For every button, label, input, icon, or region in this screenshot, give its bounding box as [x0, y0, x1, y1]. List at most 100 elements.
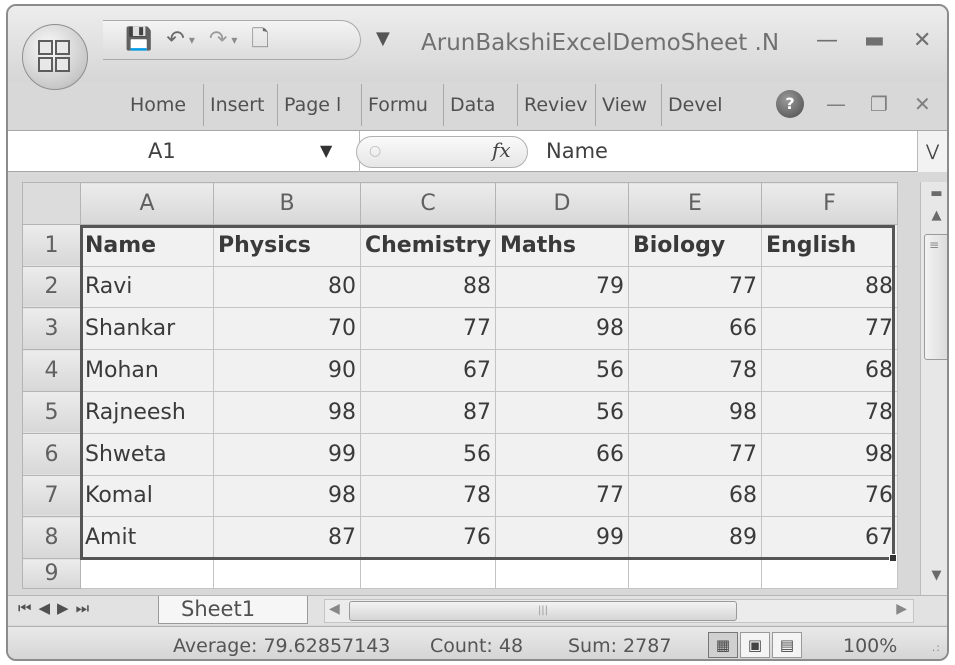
cell[interactable]: 77 — [761, 307, 898, 351]
undo-icon[interactable]: ↶ — [166, 29, 184, 51]
row-header[interactable]: 9 — [22, 558, 81, 590]
tab-view[interactable]: View — [596, 84, 662, 126]
maximize-icon[interactable]: ▬ — [864, 28, 885, 53]
cell[interactable]: Mohan — [80, 349, 214, 392]
cell[interactable]: Komal — [80, 474, 214, 518]
horizontal-scroll-thumb[interactable]: ||| — [349, 601, 737, 621]
horizontal-scrollbar[interactable]: ◀ ||| ▶ — [324, 599, 914, 623]
cell[interactable]: 99 — [495, 516, 629, 560]
column-header[interactable]: F — [761, 182, 898, 225]
insert-function-icon[interactable]: fx — [492, 138, 511, 162]
save-icon[interactable]: 💾 — [125, 29, 152, 51]
tab-page-layout[interactable]: Page l — [278, 84, 362, 126]
cell[interactable]: 99 — [213, 432, 361, 476]
cell[interactable]: 78 — [360, 474, 496, 518]
row-header[interactable]: 1 — [22, 223, 81, 267]
workbook-restore-icon[interactable]: ❐ — [870, 92, 888, 116]
row-header[interactable]: 5 — [22, 390, 81, 434]
cell[interactable]: Shweta — [80, 432, 214, 476]
select-all-corner[interactable] — [22, 182, 81, 225]
tab-insert[interactable]: Insert — [204, 84, 278, 126]
cell[interactable]: Chemistry — [360, 223, 496, 267]
fill-handle[interactable] — [889, 554, 897, 562]
split-box-icon[interactable]: ▬ — [921, 182, 947, 206]
page-break-preview-icon[interactable]: ▤ — [772, 632, 802, 658]
workbook-close-icon[interactable]: ✕ — [914, 92, 931, 116]
office-button[interactable] — [22, 24, 88, 90]
cell[interactable]: 56 — [495, 390, 629, 434]
row-header[interactable]: 7 — [22, 474, 81, 518]
row-header[interactable]: 8 — [22, 516, 81, 560]
formula-input[interactable]: Name — [546, 139, 608, 163]
scroll-down-icon[interactable]: ▼ — [921, 564, 947, 588]
workbook-minimize-icon[interactable]: — — [826, 92, 846, 116]
scroll-right-icon[interactable]: ▶ — [896, 601, 907, 617]
scroll-up-icon[interactable]: ▲ — [921, 204, 947, 228]
cell[interactable]: Biology — [628, 223, 762, 267]
cell[interactable]: 98 — [213, 474, 361, 518]
sheet-tab-sheet1[interactable]: Sheet1 — [158, 596, 308, 624]
cell[interactable]: 78 — [761, 390, 898, 434]
redo-dropdown-icon[interactable]: ▾ — [231, 33, 237, 47]
column-header[interactable]: D — [495, 182, 629, 225]
cell[interactable]: 87 — [213, 516, 361, 560]
cell[interactable]: 89 — [628, 516, 762, 560]
zoom-level[interactable]: 100% — [843, 635, 897, 657]
cell[interactable]: 79 — [495, 265, 629, 309]
cell[interactable]: 98 — [761, 432, 898, 476]
tab-formulas[interactable]: Formu — [362, 84, 444, 126]
redo-icon[interactable]: ↷ — [209, 29, 227, 51]
page-layout-view-icon[interactable]: ▣ — [740, 632, 770, 658]
cell[interactable]: 88 — [761, 265, 898, 309]
cell[interactable] — [80, 558, 214, 590]
cell[interactable]: Shankar — [80, 307, 214, 351]
expand-formula-bar-icon[interactable]: ⋁ — [917, 131, 947, 172]
cell[interactable]: 78 — [628, 349, 762, 392]
cell[interactable]: Physics — [213, 223, 361, 267]
cell[interactable]: 66 — [628, 307, 762, 351]
vertical-scroll-thumb[interactable] — [924, 234, 947, 360]
cell[interactable]: 88 — [360, 265, 496, 309]
column-header[interactable]: C — [360, 182, 496, 225]
tab-home[interactable]: Home — [124, 84, 204, 126]
row-header[interactable]: 6 — [22, 432, 81, 476]
close-icon[interactable]: ✕ — [913, 28, 931, 53]
cell[interactable]: 98 — [495, 307, 629, 351]
column-header[interactable]: B — [213, 182, 361, 225]
cell[interactable] — [495, 558, 629, 590]
row-header[interactable]: 2 — [22, 265, 81, 309]
cell[interactable]: 76 — [360, 516, 496, 560]
cell[interactable]: 56 — [360, 432, 496, 476]
column-header[interactable]: A — [80, 182, 214, 225]
cell[interactable]: 76 — [761, 474, 898, 518]
cell[interactable]: 98 — [213, 390, 361, 434]
cell[interactable]: Name — [80, 223, 214, 267]
tab-review[interactable]: Reviev — [518, 84, 596, 126]
cell[interactable]: 70 — [213, 307, 361, 351]
cell[interactable]: 98 — [628, 390, 762, 434]
customize-dropdown-icon[interactable]: ▼︎ — [376, 28, 390, 49]
resize-grip-icon[interactable]: .: — [932, 641, 941, 654]
cell[interactable] — [628, 558, 762, 590]
cell[interactable]: 77 — [360, 307, 496, 351]
cell[interactable]: Maths — [495, 223, 629, 267]
cell[interactable] — [761, 558, 898, 590]
cell[interactable]: 90 — [213, 349, 361, 392]
cell[interactable]: 67 — [761, 516, 898, 560]
cell[interactable]: Amit — [80, 516, 214, 560]
normal-view-icon[interactable]: ▦ — [708, 632, 738, 658]
sheet-navigation-icons[interactable]: ⏮◀▶⏭ — [18, 599, 96, 617]
cell[interactable]: 67 — [360, 349, 496, 392]
vertical-scrollbar[interactable]: ▬ ▲ ≡ ▼ — [920, 182, 947, 595]
cell[interactable]: 56 — [495, 349, 629, 392]
cell[interactable]: 66 — [495, 432, 629, 476]
cell[interactable]: Rajneesh — [80, 390, 214, 434]
cell[interactable]: 80 — [213, 265, 361, 309]
scroll-left-icon[interactable]: ◀ — [329, 601, 340, 617]
new-document-icon[interactable]: 🗋 — [251, 29, 269, 51]
cell[interactable]: Ravi — [80, 265, 214, 309]
cell[interactable] — [360, 558, 496, 590]
cell[interactable]: 87 — [360, 390, 496, 434]
cell[interactable]: 77 — [628, 265, 762, 309]
undo-dropdown-icon[interactable]: ▾ — [189, 33, 195, 47]
